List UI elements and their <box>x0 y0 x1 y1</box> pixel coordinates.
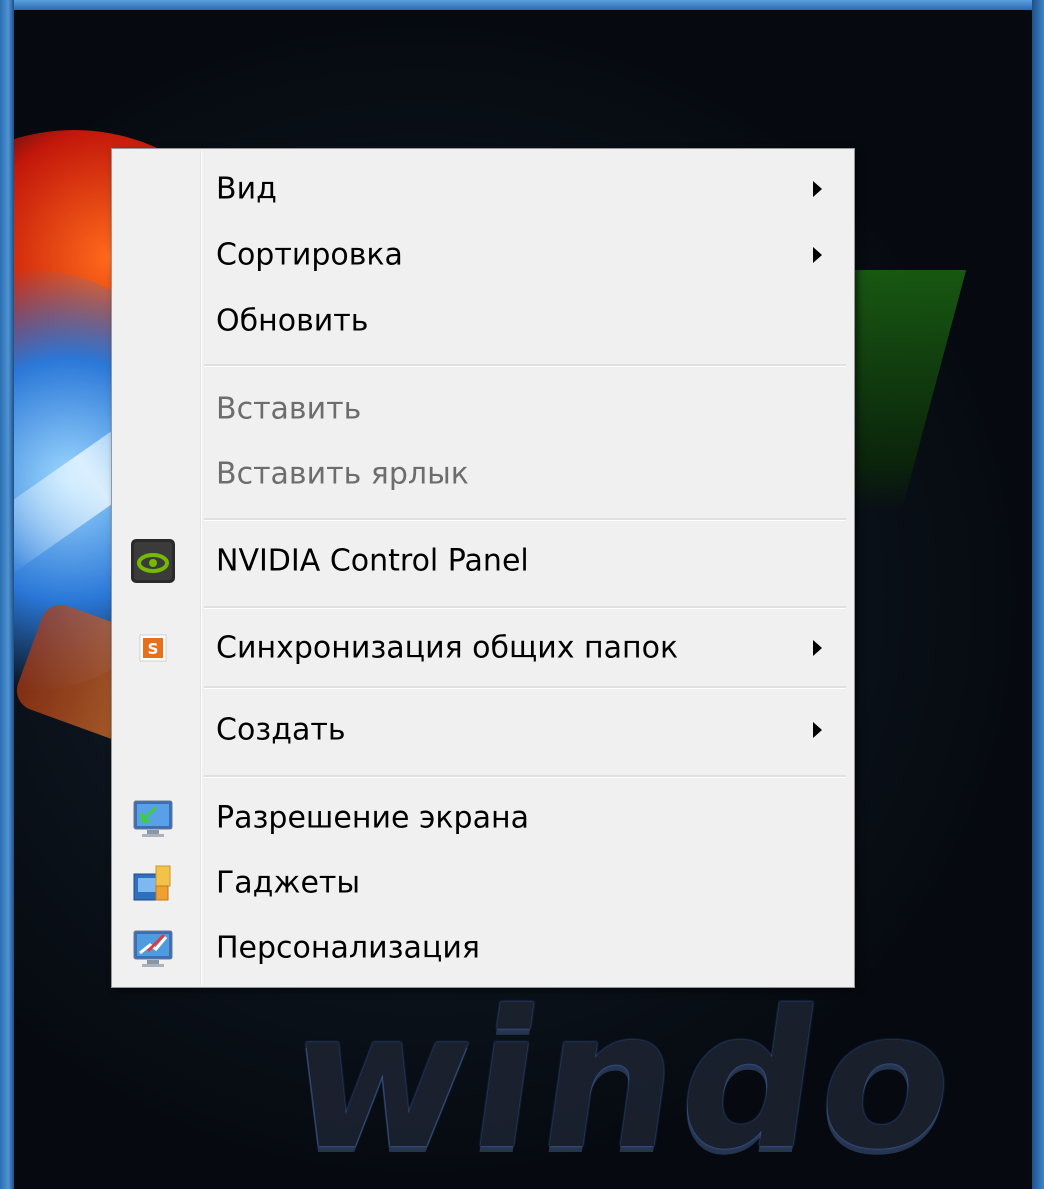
menu-separator <box>204 364 846 367</box>
menu-item-label: Обновить <box>216 303 369 339</box>
submenu-arrow-icon <box>813 181 822 197</box>
svg-text:S: S <box>148 640 159 658</box>
desktop-context-menu: Вид Сортировка Обновить Вставить Вставит… <box>111 148 855 988</box>
wallpaper-wordmark: windo <box>278 970 972 1189</box>
sharepoint-sync-icon: S <box>130 625 176 671</box>
menu-item-refresh[interactable]: Обновить <box>112 289 854 353</box>
menu-item-label: Персонализация <box>216 930 480 966</box>
menu-separator <box>204 518 846 521</box>
window-frame-top <box>0 0 1044 10</box>
menu-item-label: Вставить <box>216 391 362 427</box>
menu-item-label: Гаджеты <box>216 865 361 901</box>
menu-item-label: Вид <box>216 171 277 207</box>
menu-separator <box>204 686 846 689</box>
screen-resolution-icon <box>130 795 176 841</box>
personalization-icon <box>130 925 176 971</box>
menu-item-paste-shortcut[interactable]: Вставить ярлык <box>112 442 854 506</box>
menu-item-nvidia-control-panel[interactable]: NVIDIA Control Panel <box>112 529 854 593</box>
menu-item-label: NVIDIA Control Panel <box>216 543 529 579</box>
menu-item-screen-resolution[interactable]: Разрешение экрана <box>112 786 854 850</box>
submenu-arrow-icon <box>813 722 822 738</box>
window-frame-left <box>0 0 14 1189</box>
menu-item-label: Синхронизация общих папок <box>216 630 679 666</box>
menu-item-label: Разрешение экрана <box>216 800 529 836</box>
gadgets-icon <box>130 860 176 906</box>
menu-item-gadgets[interactable]: Гаджеты <box>112 851 854 915</box>
menu-item-label: Вставить ярлык <box>216 456 469 492</box>
menu-separator <box>204 606 846 609</box>
menu-item-new[interactable]: Создать <box>112 698 854 762</box>
menu-item-view[interactable]: Вид <box>112 157 854 221</box>
nvidia-icon <box>130 538 176 584</box>
window-frame-right <box>1032 0 1044 1189</box>
menu-item-label: Создать <box>216 712 346 748</box>
menu-item-sort[interactable]: Сортировка <box>112 223 854 287</box>
submenu-arrow-icon <box>813 247 822 263</box>
submenu-arrow-icon <box>813 640 822 656</box>
menu-item-personalization[interactable]: Персонализация <box>112 916 854 980</box>
menu-item-sync-shared-folders[interactable]: S Синхронизация общих папок <box>112 616 854 680</box>
menu-separator <box>204 775 846 778</box>
menu-item-label: Сортировка <box>216 237 403 273</box>
menu-item-paste[interactable]: Вставить <box>112 377 854 441</box>
